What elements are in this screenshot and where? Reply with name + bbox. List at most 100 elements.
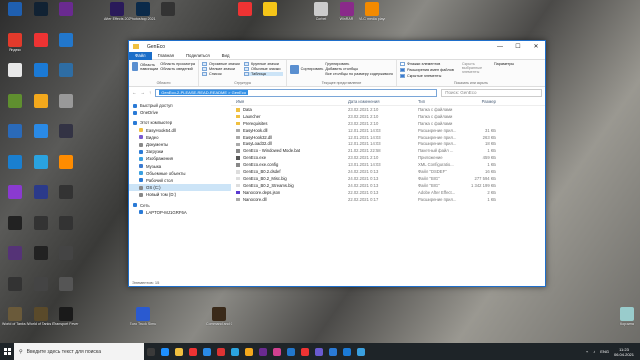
desktop-icon[interactable] bbox=[2, 93, 28, 122]
desktop-icon[interactable] bbox=[28, 124, 54, 152]
tab-share[interactable]: Поделиться bbox=[180, 53, 216, 58]
taskbar-app[interactable] bbox=[284, 343, 298, 360]
desktop-icon[interactable]: Corbel bbox=[308, 2, 334, 30]
desktop-icon[interactable]: Transport Fever 2 bbox=[53, 307, 79, 335]
nav-item[interactable]: Рабочий стол bbox=[129, 177, 231, 184]
desktop-icon[interactable] bbox=[53, 124, 79, 152]
group-by-button[interactable]: Группировать bbox=[325, 62, 393, 66]
file-row[interactable]: Nanocore.dll 22.02.2021 0:17 Расширение пр… bbox=[231, 196, 545, 203]
desktop-icon[interactable] bbox=[2, 215, 28, 244]
add-columns-button[interactable]: Добавить столбцы bbox=[325, 67, 393, 71]
file-row[interactable]: GenEco.exe 23.02.2021 2:10 Приложение 459 К… bbox=[231, 154, 545, 161]
layout-large[interactable]: Крупные значки bbox=[244, 62, 283, 66]
layout-extra-large[interactable]: Огромные значки bbox=[202, 62, 241, 66]
file-row[interactable]: EasyHook32.dll 12.01.2021 14:03 Расширение… bbox=[231, 134, 545, 141]
preview-pane-button[interactable]: Область просмотра bbox=[160, 62, 195, 66]
forward-arrow-icon[interactable]: → bbox=[141, 90, 146, 95]
nav-item[interactable]: Музыка bbox=[129, 163, 231, 170]
desktop-icon[interactable] bbox=[28, 63, 54, 91]
desktop-icon[interactable] bbox=[53, 93, 79, 122]
desktop-icon[interactable] bbox=[53, 154, 79, 183]
nav-item[interactable]: Загрузки bbox=[129, 148, 231, 155]
taskbar-app[interactable] bbox=[312, 343, 326, 360]
search-input[interactable]: Поиск: GenEco bbox=[441, 88, 542, 97]
file-row[interactable]: GenEco_B0.2_Streams.big 24.02.2021 0:13 Фа… bbox=[231, 182, 545, 189]
nav-item[interactable]: EasyHook64.dll bbox=[129, 127, 231, 134]
desktop-icon[interactable] bbox=[2, 124, 28, 152]
desktop-icon[interactable] bbox=[28, 154, 54, 183]
address-bar[interactable]: GenEco-2-PLEASE-READ-README > GenEco bbox=[155, 88, 438, 97]
desktop-icon[interactable] bbox=[28, 246, 54, 274]
title-bar[interactable]: GenEco — ☐ ✕ bbox=[129, 41, 545, 52]
taskbar-app[interactable] bbox=[340, 343, 354, 360]
tab-file[interactable]: Файл bbox=[129, 51, 152, 60]
taskbar-app[interactable] bbox=[270, 343, 284, 360]
file-row[interactable]: Data 23.02.2021 2:10 Папка с файлами bbox=[231, 106, 545, 113]
desktop-icon[interactable] bbox=[53, 215, 79, 244]
desktop-icon[interactable]: Euro Truck Simulator 2 bbox=[130, 307, 156, 335]
back-arrow-icon[interactable]: ← bbox=[132, 90, 137, 95]
desktop-icon[interactable] bbox=[2, 276, 28, 305]
desktop-icon[interactable] bbox=[232, 2, 258, 30]
column-date[interactable]: Дата изменения bbox=[348, 99, 418, 104]
taskbar-app[interactable] bbox=[144, 343, 158, 360]
up-arrow-icon[interactable]: ↑ bbox=[149, 90, 151, 95]
desktop-icon[interactable] bbox=[257, 2, 283, 30]
taskbar-app[interactable] bbox=[214, 343, 228, 360]
file-row[interactable]: Prerequisites 23.02.2021 2:10 Папка с файл… bbox=[231, 120, 545, 127]
file-row[interactable]: Launcher 23.02.2021 2:10 Папка с файлами bbox=[231, 113, 545, 120]
desktop-icon[interactable]: Яндекс bbox=[2, 32, 28, 61]
taskbar-app[interactable] bbox=[186, 343, 200, 360]
close-button[interactable]: ✕ bbox=[527, 41, 545, 52]
network-icon[interactable]: ⌁ bbox=[586, 349, 588, 354]
desktop-icon[interactable] bbox=[53, 276, 79, 305]
file-row[interactable]: Nanocore.deps.json 22.02.2021 0:13 Adobe A… bbox=[231, 189, 545, 196]
nav-item[interactable]: Объемные объекты bbox=[129, 170, 231, 177]
nav-item[interactable]: Сеть bbox=[129, 201, 231, 208]
desktop-icon[interactable]: Command and Conquer bbox=[206, 307, 232, 335]
desktop-icon[interactable] bbox=[53, 246, 79, 274]
desktop-icon[interactable] bbox=[155, 2, 181, 30]
taskbar-app[interactable] bbox=[228, 343, 242, 360]
item-checkboxes-toggle[interactable]: Флажки элементов bbox=[400, 62, 454, 66]
desktop-icon[interactable] bbox=[53, 185, 79, 213]
tab-home[interactable]: Главная bbox=[152, 53, 180, 58]
nav-item[interactable]: OS (C:) bbox=[129, 184, 231, 192]
desktop-icon[interactable] bbox=[28, 2, 54, 30]
desktop-icon[interactable] bbox=[28, 276, 54, 305]
clock[interactable]: 11:23 06.04.2021 bbox=[614, 347, 634, 357]
taskbar-search[interactable]: ⚲ Введите здесь текст для поиска bbox=[14, 343, 144, 360]
minimize-button[interactable]: — bbox=[491, 41, 509, 52]
language-indicator[interactable]: ENG bbox=[600, 349, 609, 354]
desktop-icon[interactable] bbox=[2, 185, 28, 213]
taskbar-app[interactable] bbox=[242, 343, 256, 360]
desktop-icon[interactable]: After Effects 2020 bbox=[104, 2, 130, 30]
desktop-icon[interactable]: VLC media player bbox=[359, 2, 385, 30]
nav-item[interactable]: Быстрый доступ bbox=[129, 102, 231, 109]
taskbar-app[interactable] bbox=[298, 343, 312, 360]
layout-list[interactable]: Список bbox=[202, 72, 241, 76]
details-pane-button[interactable]: Область сведений bbox=[160, 67, 195, 71]
nav-item[interactable]: Документы bbox=[129, 141, 231, 148]
nav-item[interactable]: Изображения bbox=[129, 155, 231, 162]
nav-item[interactable]: Новый том (D:) bbox=[129, 191, 231, 198]
desktop-icon[interactable] bbox=[2, 154, 28, 183]
desktop-icon[interactable] bbox=[28, 32, 54, 61]
nav-item[interactable]: OneDrive bbox=[129, 109, 231, 116]
start-button[interactable] bbox=[0, 343, 14, 360]
desktop-icon[interactable] bbox=[28, 215, 54, 244]
desktop-icon[interactable]: World of Tanks RU bbox=[2, 307, 28, 335]
desktop-icon[interactable] bbox=[2, 246, 28, 274]
column-name[interactable]: Имя bbox=[231, 99, 348, 104]
desktop-icon[interactable]: Корзина bbox=[614, 307, 640, 335]
desktop-icon[interactable] bbox=[53, 32, 79, 61]
file-row[interactable]: GenEco - Windowed Mode.bat 21.02.2021 22:… bbox=[231, 147, 545, 154]
taskbar-app[interactable] bbox=[256, 343, 270, 360]
file-row[interactable]: GenEco.exe.config 13.01.2021 14:03 XML Con… bbox=[231, 161, 545, 168]
layout-medium[interactable]: Обычные значки bbox=[244, 67, 283, 71]
column-size[interactable]: Размер bbox=[460, 99, 500, 104]
desktop-icon[interactable] bbox=[53, 63, 79, 91]
options-button[interactable]: Параметры bbox=[494, 62, 514, 66]
maximize-button[interactable]: ☐ bbox=[509, 41, 527, 52]
taskbar-app[interactable] bbox=[172, 343, 186, 360]
